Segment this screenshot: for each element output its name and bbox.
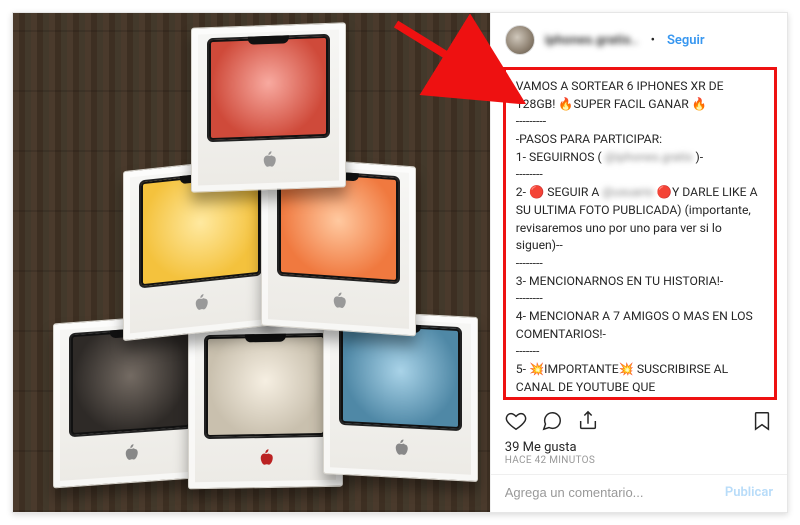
post-sidebar: iphones.gratis.. • Seguir VAMOS A SORTEA… [490, 13, 787, 512]
caption-line: 1- SEGUIRNOS ( [516, 150, 605, 164]
caption-sep: -------- [516, 291, 543, 305]
comment-icon[interactable] [541, 410, 563, 436]
comment-input[interactable] [505, 485, 717, 500]
caption-line: )- [692, 150, 703, 164]
caption-line: 3- MENCIONARNOS EN TU HISTORIA!- [516, 274, 723, 288]
publish-button[interactable]: Publicar [725, 485, 773, 500]
caption-line: 4- MENCIONAR A 7 AMIGOS O MAS EN LOS COM… [516, 309, 756, 341]
post-image[interactable] [13, 13, 490, 512]
share-icon[interactable] [577, 410, 599, 436]
caption-line: -PASOS PARA PARTICIPAR: [516, 132, 662, 146]
separator-dot: • [651, 33, 655, 48]
post-header: iphones.gratis.. • Seguir [491, 13, 787, 63]
bookmark-icon[interactable] [751, 410, 773, 436]
username[interactable]: iphones.gratis.. [545, 33, 639, 48]
caption-line: 2- 🔴 SEGUIR A [516, 185, 603, 199]
timestamp: Hace 42 minutos [491, 455, 787, 474]
comment-row: Publicar [491, 474, 787, 512]
caption-sep: ------- [516, 344, 540, 358]
caption-line: VAMOS A SORTEAR 6 IPHONES XR DE 128GB! 🔥… [516, 79, 727, 111]
caption-sep: -------- [516, 167, 543, 181]
caption-sep: -------- [516, 256, 543, 270]
iphone-box-red [191, 22, 346, 192]
likes-count[interactable]: 39 Me gusta [491, 436, 787, 455]
iphone-box-white [188, 322, 343, 490]
caption-sep: --------- [516, 114, 546, 128]
follow-button[interactable]: Seguir [667, 33, 705, 48]
caption-highlight-box: VAMOS A SORTEAR 6 IPHONES XR DE 128GB! 🔥… [503, 67, 777, 400]
caption-line: 5- 💥IMPORTANTE💥 SUSCRIBIRSE AL CANAL DE … [516, 362, 731, 394]
post-card: iphones.gratis.. • Seguir VAMOS A SORTEA… [12, 12, 788, 513]
like-icon[interactable] [505, 410, 527, 436]
avatar[interactable] [505, 25, 535, 55]
post-caption: VAMOS A SORTEAR 6 IPHONES XR DE 128GB! 🔥… [516, 78, 764, 396]
action-bar [491, 406, 787, 436]
blurred-handle: @usuario [602, 185, 653, 199]
blurred-handle: @iphones.gratis [605, 150, 693, 164]
